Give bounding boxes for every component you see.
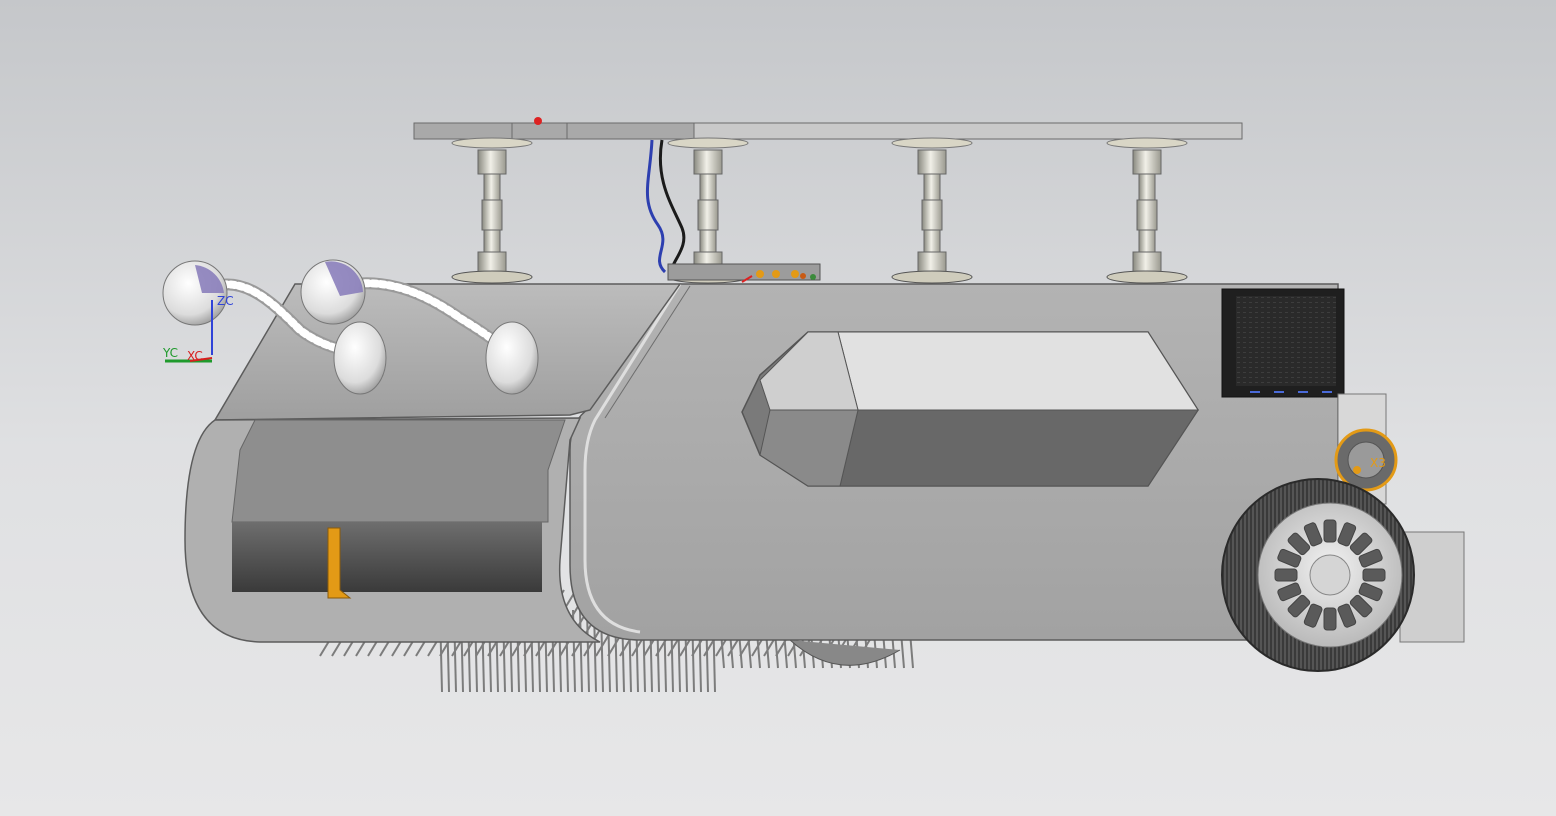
top-plate[interactable]	[413, 117, 1243, 140]
support-leg-3[interactable]	[891, 137, 973, 284]
support-leg-2[interactable]	[667, 137, 749, 284]
control-board[interactable]	[667, 263, 821, 283]
red-marker	[534, 117, 542, 125]
wheel[interactable]	[1221, 478, 1415, 672]
side-window[interactable]	[741, 331, 1199, 487]
handle-base-2	[485, 321, 539, 395]
support-leg-1[interactable]	[451, 137, 533, 284]
y-axis-label: YC	[162, 346, 178, 360]
cables	[646, 139, 686, 274]
display-panel[interactable]	[1221, 288, 1345, 398]
z-axis-label: ZC	[217, 294, 234, 308]
cad-viewport[interactable]: ZC YC XC X3	[0, 0, 1556, 816]
support-leg-4[interactable]	[1106, 137, 1188, 284]
side-csys-label: X3	[1370, 456, 1386, 470]
support-legs	[451, 137, 1188, 284]
model-canvas[interactable]: ZC YC XC X3	[0, 0, 1556, 816]
handle-base-1	[333, 321, 387, 395]
x-axis-label: XC	[187, 349, 203, 363]
